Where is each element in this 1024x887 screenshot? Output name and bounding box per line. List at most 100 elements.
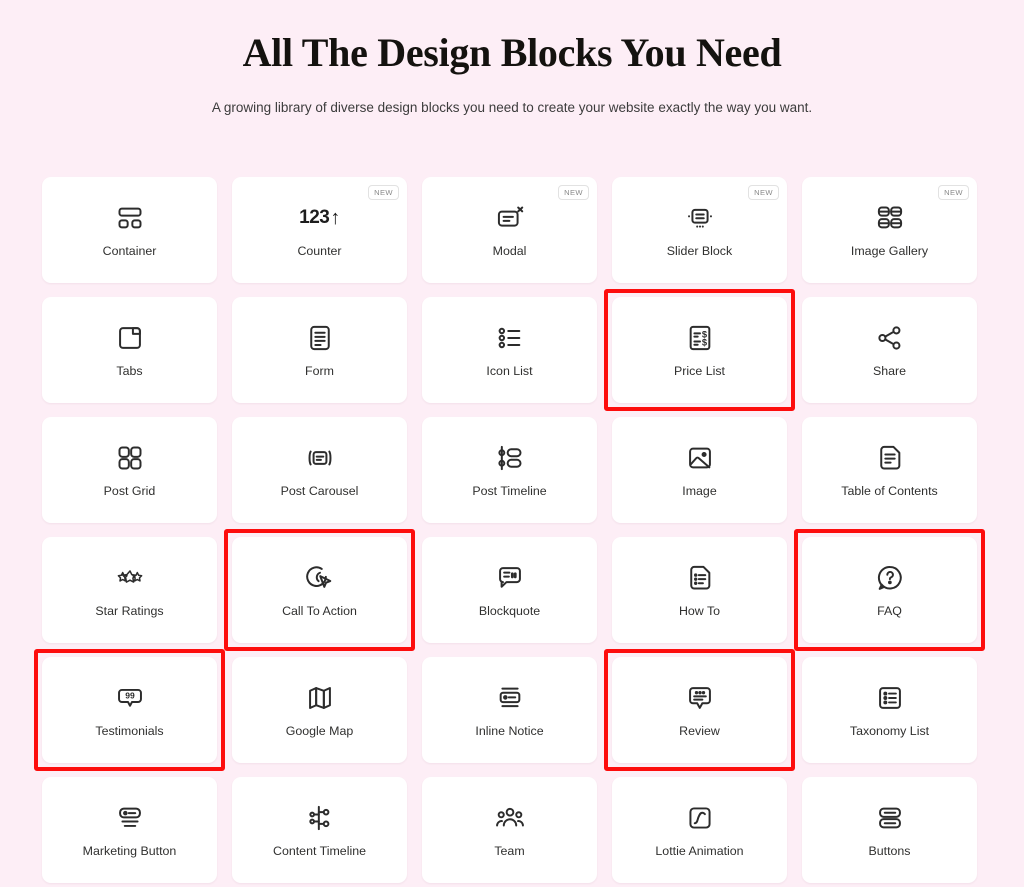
modal-icon xyxy=(495,203,525,233)
block-card-marketing-button[interactable]: Marketing Button xyxy=(42,777,217,883)
block-card-label: Review xyxy=(679,724,720,738)
svg-text:$: $ xyxy=(701,338,707,348)
block-card-label: Post Timeline xyxy=(472,484,547,498)
block-card-label: Table of Contents xyxy=(841,484,938,498)
review-icon xyxy=(685,683,715,713)
block-card-price-list[interactable]: $ $ Price List xyxy=(604,289,795,411)
block-card-label: Post Carousel xyxy=(280,484,359,498)
blockquote-icon xyxy=(495,563,525,593)
block-card-label: Container xyxy=(102,244,157,258)
block-card-buttons[interactable]: Buttons xyxy=(802,777,977,883)
post-timeline-icon xyxy=(495,443,525,473)
block-card-review[interactable]: Review xyxy=(604,649,795,771)
block-card-label: Price List xyxy=(674,364,725,378)
block-card-post-timeline[interactable]: Post Timeline xyxy=(422,417,597,523)
block-card-tabs[interactable]: Tabs xyxy=(42,297,217,403)
content-timeline-icon xyxy=(305,803,335,833)
block-card-label: Share xyxy=(872,364,907,378)
testimonials-icon: 99 xyxy=(115,683,145,713)
price-list-icon: $ $ xyxy=(685,323,715,353)
block-card-content-timeline[interactable]: Content Timeline xyxy=(232,777,407,883)
block-card-faq[interactable]: FAQ xyxy=(794,529,985,651)
block-card-label: Testimonials xyxy=(95,724,164,738)
block-card-label: Tabs xyxy=(116,364,143,378)
taxonomy-list-icon xyxy=(875,683,905,713)
tabs-icon xyxy=(115,323,145,353)
block-card-label: Team xyxy=(494,844,525,858)
form-icon xyxy=(305,323,335,353)
new-badge: NEW xyxy=(748,185,779,200)
marketing-button-icon xyxy=(115,803,145,833)
block-card-label: Taxonomy List xyxy=(849,724,930,738)
post-carousel-icon xyxy=(305,443,335,473)
block-card-star-ratings[interactable]: Star Ratings xyxy=(42,537,217,643)
block-card-inline-notice[interactable]: Inline Notice xyxy=(422,657,597,763)
block-card-label: Form xyxy=(305,364,334,378)
block-card-label: How To xyxy=(678,604,721,618)
block-card-label: Buttons xyxy=(868,844,911,858)
block-card-label: Slider Block xyxy=(666,244,733,258)
block-card-lottie-animation[interactable]: Lottie Animation xyxy=(612,777,787,883)
block-card-slider-block[interactable]: NEW Slider Block xyxy=(612,177,787,283)
block-card-label: Google Map xyxy=(285,724,354,738)
page-title: All The Design Blocks You Need xyxy=(242,30,782,75)
counter-icon: 123 ↑ xyxy=(299,206,340,229)
icon-list-icon xyxy=(495,323,525,353)
block-card-label: Lottie Animation xyxy=(655,844,744,858)
image-icon xyxy=(685,443,715,473)
block-card-blockquote[interactable]: Blockquote xyxy=(422,537,597,643)
block-card-label: FAQ xyxy=(877,604,902,618)
block-card-google-map[interactable]: Google Map xyxy=(232,657,407,763)
buttons-icon xyxy=(875,803,905,833)
blocks-grid: Container NEW 123 ↑ Counter NEW Modal NEW Slider… xyxy=(34,177,985,883)
block-card-how-to[interactable]: How To xyxy=(612,537,787,643)
block-card-label: Modal xyxy=(492,244,527,258)
post-grid-icon xyxy=(115,443,145,473)
block-card-share[interactable]: Share xyxy=(802,297,977,403)
how-to-icon xyxy=(685,563,715,593)
block-card-testimonials[interactable]: 99 Testimonials xyxy=(34,649,225,771)
inline-notice-icon xyxy=(495,683,525,713)
page-header: All The Design Blocks You Need A growing… xyxy=(0,0,1024,118)
block-card-team[interactable]: Team xyxy=(422,777,597,883)
block-card-container[interactable]: Container xyxy=(42,177,217,283)
design-blocks-page: All The Design Blocks You Need A growing… xyxy=(0,0,1024,887)
google-map-icon xyxy=(305,683,335,713)
block-card-image[interactable]: Image xyxy=(612,417,787,523)
block-card-label: Inline Notice xyxy=(475,724,544,738)
block-card-taxonomy-list[interactable]: Taxonomy List xyxy=(802,657,977,763)
block-card-label: Image xyxy=(682,484,717,498)
container-icon xyxy=(115,203,145,233)
block-card-post-grid[interactable]: Post Grid xyxy=(42,417,217,523)
block-card-label: Call To Action xyxy=(282,604,357,618)
star-ratings-icon xyxy=(115,563,145,593)
block-card-label: Blockquote xyxy=(478,604,541,618)
team-icon xyxy=(495,803,525,833)
slider-block-icon xyxy=(685,203,715,233)
block-card-modal[interactable]: NEW Modal xyxy=(422,177,597,283)
block-card-call-to-action[interactable]: Call To Action xyxy=(224,529,415,651)
table-of-contents-icon xyxy=(875,443,905,473)
share-icon xyxy=(875,323,905,353)
block-card-table-of-contents[interactable]: Table of Contents xyxy=(802,417,977,523)
new-badge: NEW xyxy=(558,185,589,200)
block-card-label: Post Grid xyxy=(103,484,156,498)
block-card-label: Image Gallery xyxy=(850,244,929,258)
block-card-label: Counter xyxy=(297,244,342,258)
block-card-label: Marketing Button xyxy=(82,844,177,858)
block-card-image-gallery[interactable]: NEW Image Gallery xyxy=(802,177,977,283)
page-subtitle: A growing library of diverse design bloc… xyxy=(211,100,813,115)
new-badge: NEW xyxy=(938,185,969,200)
block-card-form[interactable]: Form xyxy=(232,297,407,403)
call-to-action-icon xyxy=(305,563,335,593)
new-badge: NEW xyxy=(368,185,399,200)
block-card-label: Icon List xyxy=(486,364,533,378)
block-card-icon-list[interactable]: Icon List xyxy=(422,297,597,403)
block-card-label: Star Ratings xyxy=(95,604,164,618)
block-card-counter[interactable]: NEW 123 ↑ Counter xyxy=(232,177,407,283)
block-card-label: Content Timeline xyxy=(273,844,366,858)
svg-text:99: 99 xyxy=(125,691,135,701)
block-card-post-carousel[interactable]: Post Carousel xyxy=(232,417,407,523)
image-gallery-icon xyxy=(875,203,905,233)
faq-icon xyxy=(875,563,905,593)
